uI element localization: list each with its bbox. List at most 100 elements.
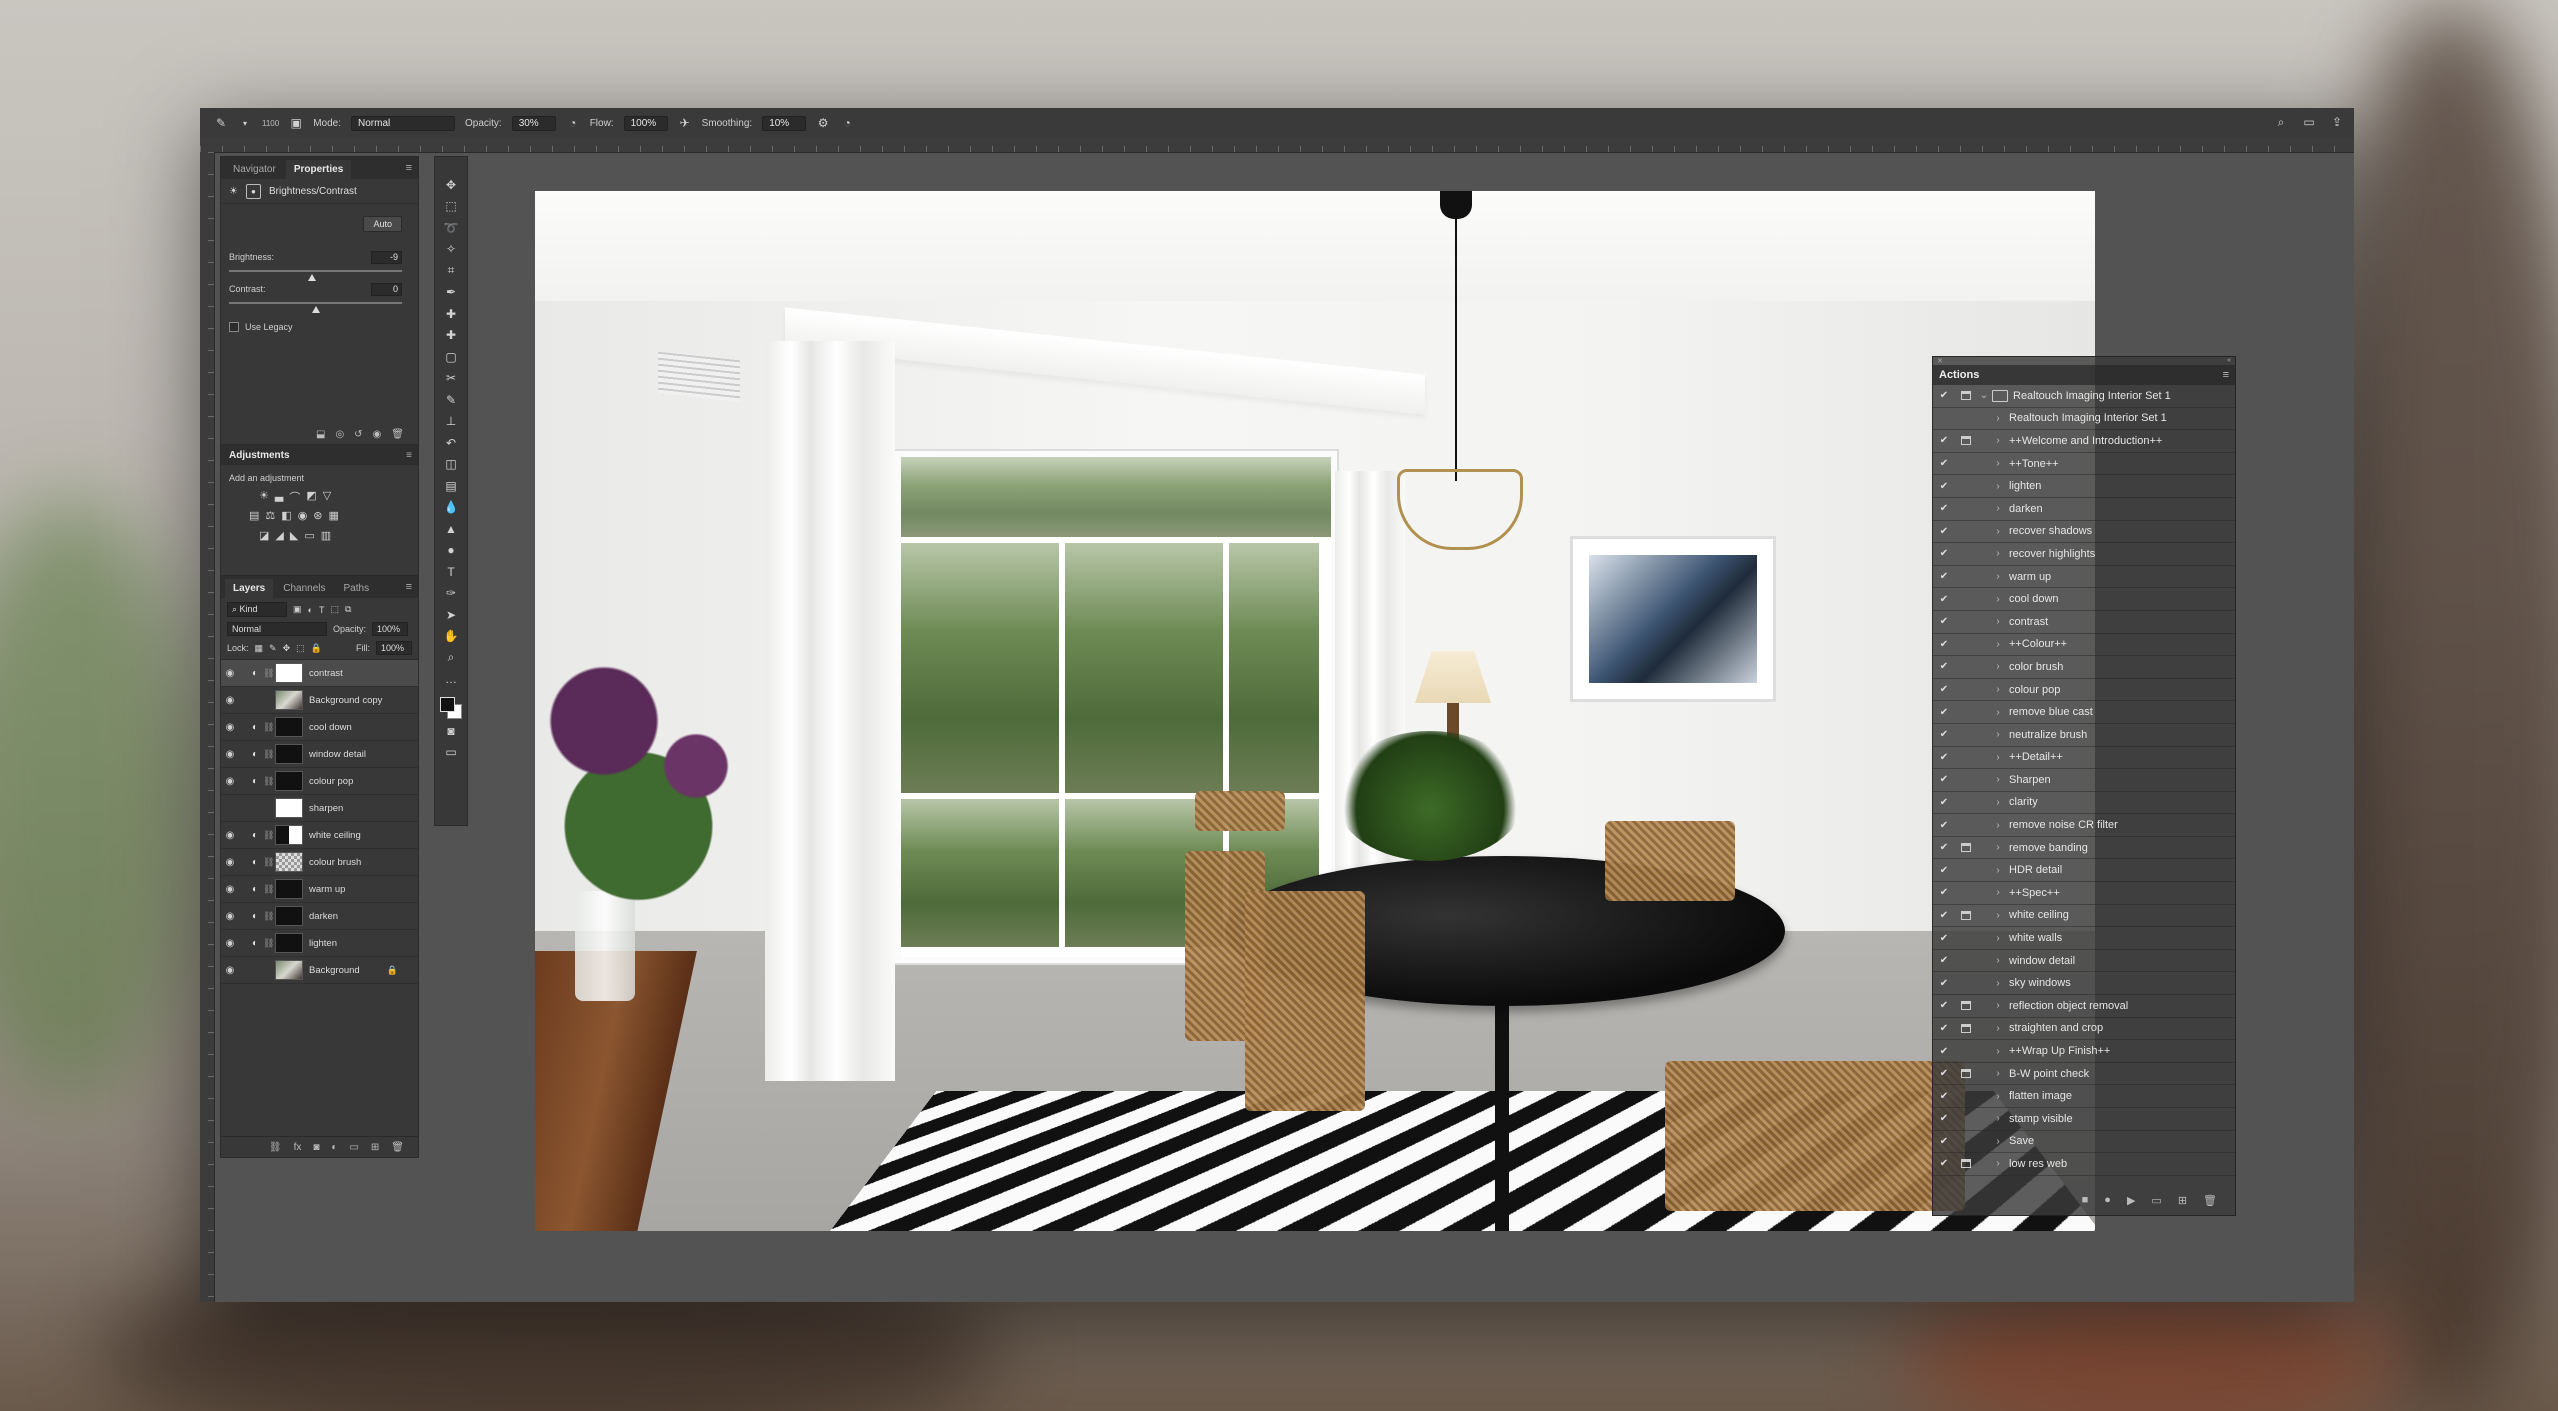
layer-name[interactable]: contrast [309,668,343,679]
dialog-toggle-icon[interactable] [1955,1069,1977,1079]
vibrance-icon[interactable]: ▽ [323,489,331,505]
action-row[interactable]: ✔ › contrast [1933,611,2235,634]
exposure-icon[interactable]: ◩ [306,489,316,505]
layer-thumbnail[interactable] [275,690,303,710]
photo-filter-icon[interactable]: ◉ [298,509,308,522]
chevron-right-icon[interactable]: › [1991,752,2005,763]
layer-row[interactable]: ◉ ◐ ⛓ colour brush [221,849,418,876]
chevron-right-icon[interactable]: › [1991,661,2005,672]
layer-name[interactable]: window detail [309,749,366,760]
visibility-eye-icon[interactable]: ◉ [221,938,239,949]
action-row[interactable]: ✔ › recover shadows [1933,521,2235,544]
mask-link-icon[interactable]: ⛓ [263,668,274,679]
checkmark-icon[interactable]: ✔ [1933,1113,1955,1124]
layer-thumbnail[interactable] [275,798,303,818]
tab-paths[interactable]: Paths [336,579,378,598]
tab-navigator[interactable]: Navigator [225,160,284,179]
lock-transparent-icon[interactable]: ▦ [255,643,264,654]
color-lookup-icon[interactable]: ▦ [329,509,339,522]
action-row[interactable]: ✔ › color brush [1933,656,2235,679]
checkmark-icon[interactable]: ✔ [1933,503,1955,514]
visibility-eye-icon[interactable]: ◉ [221,749,239,760]
dialog-toggle-icon[interactable] [1955,391,1977,401]
action-row[interactable]: ✔ › Save [1933,1131,2235,1154]
path-selection-tool-icon[interactable]: ➤ [440,605,462,625]
chevron-right-icon[interactable]: › [1991,458,2005,469]
airbrush-icon[interactable]: ✈ [678,116,692,130]
selective-color-icon[interactable]: ▥ [321,529,331,542]
opacity-input[interactable]: 30% [511,115,556,131]
chevron-right-icon[interactable]: › [1991,435,2005,446]
action-row[interactable]: ✔ › ++Colour++ [1933,634,2235,657]
panel-menu-icon[interactable]: ≡ [406,162,412,174]
color-swatches[interactable] [440,697,462,719]
chevron-right-icon[interactable]: › [1991,616,2005,627]
layer-filter-select[interactable]: ⌕ Kind [227,602,287,617]
layer-name[interactable]: lighten [309,938,337,949]
checkmark-icon[interactable]: ✔ [1933,435,1955,446]
filter-pixel-icon[interactable]: ▣ [293,604,302,615]
action-row[interactable]: ✔ › reflection object removal [1933,995,2235,1018]
action-row[interactable]: ✔ › straighten and crop [1933,1018,2235,1041]
threshold-icon[interactable]: ◣ [290,529,298,542]
eyedropper-tool-icon[interactable]: ✒ [440,283,462,303]
action-row[interactable]: ✔ › remove noise CR filter [1933,814,2235,837]
action-row[interactable]: ✔ › clarity [1933,792,2235,815]
chevron-right-icon[interactable]: › [1991,1091,2005,1102]
checkmark-icon[interactable]: ✔ [1933,865,1955,876]
brush-size[interactable]: 1100 [262,119,279,128]
checkmark-icon[interactable]: ✔ [1933,1023,1955,1034]
action-row[interactable]: ✔ › white walls [1933,927,2235,950]
lock-pixels-icon[interactable]: ✎ [269,643,277,654]
chevron-right-icon[interactable]: › [1991,1136,2005,1147]
layer-opacity-input[interactable]: 100% [372,622,409,636]
action-row[interactable]: ✔ › cool down [1933,588,2235,611]
chevron-right-icon[interactable]: › [1991,774,2005,785]
action-row[interactable]: ✔ › ++Wrap Up Finish++ [1933,1040,2235,1063]
content-aware-move-icon[interactable]: ✂ [440,369,462,389]
layer-name[interactable]: white ceiling [309,830,361,841]
layer-name[interactable]: Background [309,965,360,976]
sharpen-tool-icon[interactable]: ▲ [440,519,462,539]
visibility-eye-icon[interactable]: ◉ [221,830,239,841]
zoom-tool-icon[interactable]: ⌕ [440,648,462,668]
action-row[interactable]: ✔ › HDR detail [1933,859,2235,883]
panel-menu-icon[interactable]: ≡ [406,450,412,461]
add-mask-icon[interactable]: ◙ [313,1142,319,1153]
chevron-right-icon[interactable]: › [1991,707,2005,718]
spot-healing-tool-icon[interactable]: ✚ [440,304,462,324]
action-row[interactable]: ✔ › B-W point check [1933,1063,2235,1086]
dialog-toggle-icon[interactable] [1955,1023,1977,1033]
chevron-right-icon[interactable]: › [1991,910,2005,921]
chevron-right-icon[interactable]: › [1991,548,2005,559]
lock-position-icon[interactable]: ✥ [283,643,291,654]
action-row[interactable]: ✔ › ++Tone++ [1933,453,2235,476]
mask-link-icon[interactable]: ⛓ [263,722,274,733]
checkmark-icon[interactable]: ✔ [1933,1046,1955,1057]
action-row[interactable]: ✔ › stamp visible [1933,1108,2235,1131]
marquee-tool-icon[interactable]: ⬚ [440,197,462,217]
layer-name[interactable]: Background copy [309,695,382,706]
layer-row[interactable]: ◉ Background 🔒 [221,957,418,984]
chevron-right-icon[interactable]: › [1991,729,2005,740]
checkmark-icon[interactable]: ✔ [1933,661,1955,672]
lock-artboard-icon[interactable]: ⬚ [296,643,305,654]
layer-thumbnail[interactable] [275,852,303,872]
share-icon[interactable]: ⇪ [2330,115,2344,129]
chevron-right-icon[interactable]: › [1991,1113,2005,1124]
brush-tool-icon[interactable]: ✎ [214,116,228,130]
checkmark-icon[interactable]: ✔ [1933,887,1955,898]
trash-icon[interactable]: 🗑 [391,1142,404,1153]
record-icon[interactable]: ● [2104,1194,2111,1206]
layer-name[interactable]: colour brush [309,857,361,868]
document-canvas[interactable] [535,191,2095,1231]
checkmark-icon[interactable]: ✔ [1933,1068,1955,1079]
layer-row[interactable]: ◉ ◐ ⛓ lighten [221,930,418,957]
panel-menu-icon[interactable]: ≡ [2223,369,2229,381]
visibility-icon[interactable]: ◉ [373,429,382,440]
type-tool-icon[interactable]: T [440,562,462,582]
new-action-icon[interactable]: ⊞ [2178,1194,2187,1207]
use-legacy-option[interactable]: Use Legacy [229,322,293,332]
mask-icon[interactable]: ● [245,183,261,199]
checkmark-icon[interactable]: ✔ [1933,571,1955,582]
